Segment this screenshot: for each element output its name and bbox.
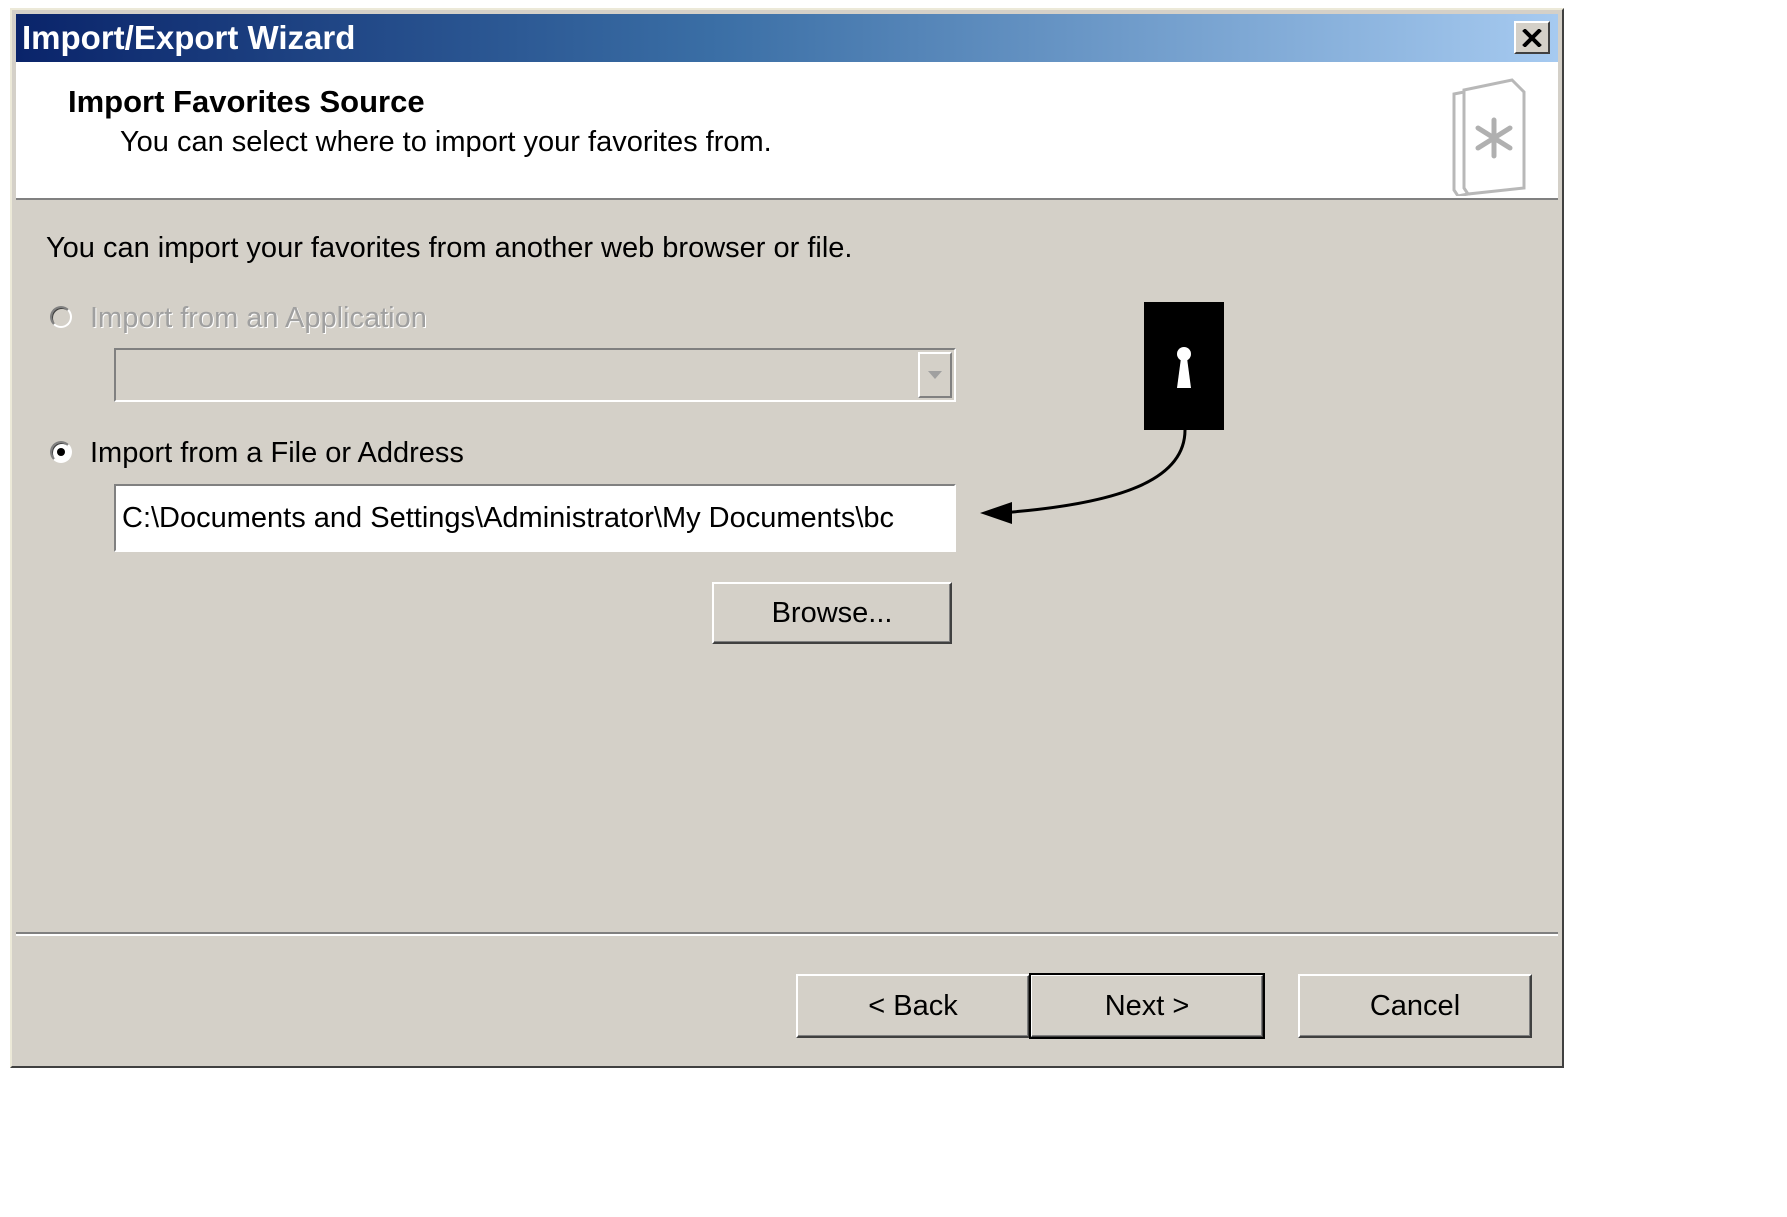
footer-separator: [16, 932, 1558, 936]
close-button[interactable]: [1514, 21, 1550, 54]
dropdown-button[interactable]: [918, 352, 952, 398]
intro-text: You can import your favorites from anoth…: [46, 232, 853, 264]
favorites-document-icon: [1452, 78, 1526, 196]
browse-button[interactable]: Browse...: [712, 582, 952, 644]
title-bar[interactable]: Import/Export Wizard: [16, 14, 1558, 62]
application-dropdown[interactable]: [114, 348, 956, 402]
cancel-button[interactable]: Cancel: [1298, 974, 1532, 1038]
import-from-file-radio[interactable]: [50, 441, 72, 463]
chevron-down-icon: [928, 371, 942, 379]
window-title: Import/Export Wizard: [22, 19, 356, 56]
wizard-header: Import Favorites Source You can select w…: [16, 62, 1558, 200]
page-subtitle: You can select where to import your favo…: [120, 126, 772, 158]
radio-selected-dot: [57, 448, 65, 456]
close-icon: [1522, 28, 1542, 47]
keyhole-icon: [1177, 347, 1191, 388]
back-button[interactable]: < Back: [796, 974, 1030, 1038]
page-title: Import Favorites Source: [68, 84, 425, 119]
next-button[interactable]: Next >: [1029, 973, 1265, 1039]
file-path-input[interactable]: [114, 484, 956, 552]
import-from-file-label: Import from a File or Address: [90, 437, 464, 469]
annotation-arrow: [980, 429, 1187, 524]
import-export-wizard-window: Import/Export Wizard Import Favorites So…: [10, 8, 1564, 1068]
annotation-callout-box: [1144, 302, 1224, 430]
import-from-application-radio[interactable]: [50, 306, 72, 328]
import-from-application-label: Import from an Application: [90, 302, 427, 334]
